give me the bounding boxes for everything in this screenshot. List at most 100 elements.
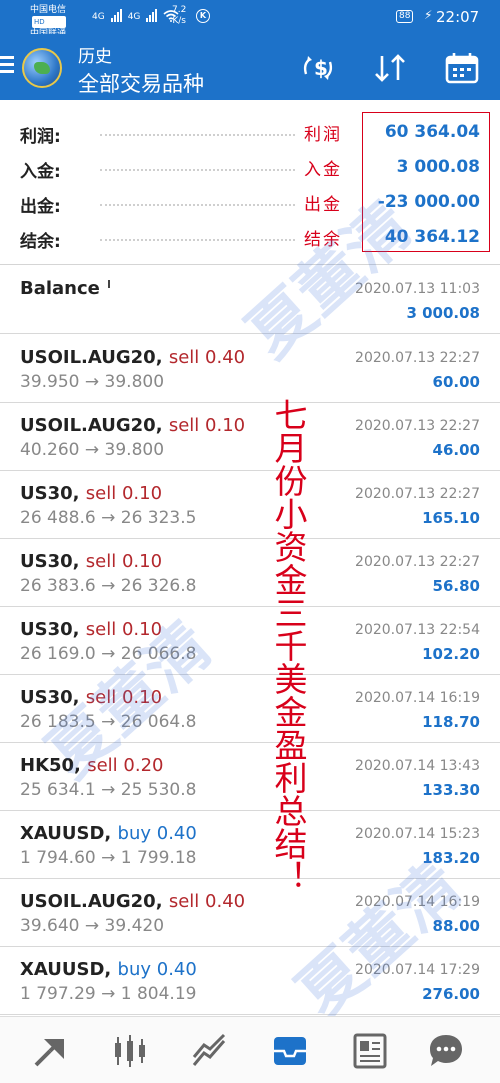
hd-badge-1: HD [32,16,67,28]
trade-volume: 0.40 [156,959,197,980]
trade-row[interactable]: US30, sell 0.10 26 169.0 → 26 066.8 2020… [0,607,500,675]
trade-row[interactable]: USOIL.AUG20, sell 0.40 39.950 → 39.800 2… [0,335,500,403]
signal-bars-icon-2 [146,8,158,22]
chart-icon[interactable] [190,1031,230,1071]
trade-symbol: US30, sell 0.10 [20,619,162,640]
balance-row[interactable]: Balance 2020.07.13 11:03 3 000.08 [0,266,500,334]
trade-icon[interactable] [30,1031,70,1071]
net-speed-unit: K/s [172,16,186,26]
trade-volume: 0.10 [205,415,246,436]
deal-time: 2020.07.13 11:03 [355,281,480,297]
calendar-icon[interactable] [444,52,480,84]
trade-prices: 1 797.29 → 1 804.19 [20,984,197,1004]
trade-profit: 133.30 [422,781,480,799]
network-type-1: 4G [92,12,105,22]
trade-symbol: USOIL.AUG20, sell 0.40 [20,891,245,912]
dotted-leader [100,204,295,206]
summary-label: 出金: [20,197,61,217]
summary-label: 入金: [20,162,61,182]
summary-annotation: 入金 [304,160,342,180]
trade-volume: 0.10 [121,687,163,708]
trade-row[interactable]: US30, sell 0.10 26 488.6 → 26 323.5 2020… [0,471,500,539]
deal-time: 2020.07.14 13:43 [355,758,480,774]
deal-time: 2020.07.14 16:19 [355,690,480,706]
trade-volume: 0.40 [205,891,246,912]
charging-icon: ⚡ [424,8,433,22]
trade-profit: 118.70 [422,713,480,731]
trade-volume: 0.40 [156,823,197,844]
trade-symbol: US30, sell 0.10 [20,687,162,708]
trade-prices: 1 794.60 → 1 799.18 [20,848,197,868]
deal-time: 2020.07.13 22:27 [355,350,480,366]
vertical-annotation: 七月份小资金三千美金盈利总结！ [269,398,308,893]
trade-row[interactable]: US30, sell 0.10 26 183.5 → 26 064.8 2020… [0,675,500,743]
sort-icon[interactable] [372,52,408,84]
trade-symbol: XAUUSD, buy 0.40 [20,959,197,980]
symbol-name: USOIL.AUG20, [20,347,163,368]
trade-profit: 56.80 [432,577,480,595]
trade-profit: 46.00 [432,441,480,459]
trade-side: sell [85,483,117,504]
trade-prices: 26 183.5 → 26 064.8 [20,712,197,732]
trade-row[interactable]: USOIL.AUG20, sell 0.10 40.260 → 39.800 2… [0,403,500,471]
net-speed: 7.2 K/s [172,5,186,27]
menu-icon[interactable] [0,56,14,76]
deposit-withdraw-icon[interactable]: $ [300,52,336,84]
trade-row[interactable]: USOIL.AUG20, sell 0.40 39.640 → 39.420 2… [0,879,500,947]
quotes-icon[interactable] [110,1031,150,1071]
dotted-leader [100,169,295,171]
trade-prices: 39.950 → 39.800 [20,372,165,392]
trade-profit: 88.00 [432,917,480,935]
trade-profit: 60.00 [432,373,480,391]
trade-side: sell [85,551,117,572]
news-icon[interactable] [350,1031,390,1071]
trade-volume: 0.10 [121,619,163,640]
annotation-box [362,112,490,252]
balance-label: Balance [20,278,100,299]
page-title: 历史 [78,47,112,67]
deal-time: 2020.07.13 22:54 [355,622,480,638]
summary-label: 结余: [20,232,61,252]
battery-icon: 88 [396,10,414,23]
trade-volume: 0.10 [121,551,163,572]
trade-symbol: US30, sell 0.10 [20,483,162,504]
symbol-name: XAUUSD, [20,823,112,844]
trade-side: sell [85,619,117,640]
trade-prices: 26 488.6 → 26 323.5 [20,508,197,528]
trade-symbol: USOIL.AUG20, sell 0.40 [20,347,245,368]
deal-time: 2020.07.13 22:27 [355,554,480,570]
text-cursor-mark [108,280,110,288]
summary-annotation: 利润 [304,125,342,145]
trade-symbol: XAUUSD, buy 0.40 [20,823,197,844]
trade-symbol: HK50, sell 0.20 [20,755,163,776]
trade-prices: 25 634.1 → 25 530.8 [20,780,197,800]
summary-annotation: 结余 [304,230,342,250]
trade-row[interactable]: XAUUSD, buy 0.40 1 794.60 → 1 799.18 202… [0,811,500,879]
history-icon[interactable] [270,1031,310,1071]
trade-side: sell [87,755,118,776]
dotted-leader [100,239,295,241]
symbol-name: USOIL.AUG20, [20,891,163,912]
symbol-name: US30, [20,619,80,640]
status-time: 22:07 [436,8,480,26]
chat-icon[interactable] [426,1031,466,1071]
dotted-leader [100,134,295,136]
trade-row[interactable]: XAUUSD, buy 0.40 1 797.29 → 1 804.19 202… [0,947,500,1015]
trade-prices: 39.640 → 39.420 [20,916,165,936]
app-bar: 历史 全部交易品种 $ [0,34,500,100]
app-logo-icon [22,48,62,88]
trade-profit: 276.00 [422,985,480,1003]
trade-prices: 26 169.0 → 26 066.8 [20,644,197,664]
trade-row[interactable]: US30, sell 0.10 26 383.6 → 26 326.8 2020… [0,539,500,607]
trade-side: sell [168,415,200,436]
trade-profit: 102.20 [422,645,480,663]
trade-row[interactable]: HK50, sell 0.20 25 634.1 → 25 530.8 2020… [0,743,500,811]
symbol-filter[interactable]: 全部交易品种 [78,68,204,98]
bottom-nav [0,1016,500,1083]
trade-profit: 165.10 [422,509,480,527]
trade-side: sell [168,347,200,368]
network-type-2: 4G [127,12,141,22]
symbol-name: HK50, [20,755,81,776]
trade-symbol: US30, sell 0.10 [20,551,162,572]
trade-volume: 0.20 [123,755,164,776]
